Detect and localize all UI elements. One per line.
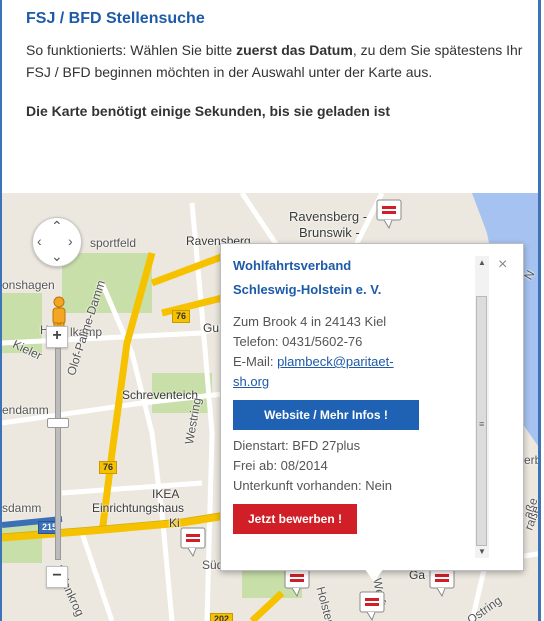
pan-right-icon[interactable]: › xyxy=(68,234,73,248)
dienstart: Dienstart: BFD 27plus xyxy=(233,438,361,453)
frei-ab: Frei ab: 08/2014 xyxy=(233,458,328,473)
map-label-erbe: erbe xyxy=(524,453,541,467)
map-label-ikea: IKEA xyxy=(152,487,180,501)
map-label-sdamm: sdamm xyxy=(2,501,42,515)
road-badge-76-north: 76 xyxy=(172,310,191,323)
pan-control[interactable]: ⌃ ⌄ ‹ › xyxy=(32,217,82,267)
zoom-control[interactable]: + − xyxy=(46,326,69,588)
map-label-endamm: endamm xyxy=(2,403,49,417)
info-window-content: Wohlfahrtsverband Schleswig-Holstein e. … xyxy=(233,254,478,534)
map-label-gu: Gu xyxy=(203,321,220,335)
map-label-schreventeich: Schreventeich xyxy=(122,388,199,402)
pan-left-icon[interactable]: ‹ xyxy=(37,234,42,248)
unterkunft: Unterkunft vorhanden: Nein xyxy=(233,478,392,493)
zoom-slider-track[interactable] xyxy=(55,348,61,560)
zoom-out-button[interactable]: − xyxy=(46,566,68,588)
address: Zum Brook 4 in 24143 Kiel xyxy=(233,314,387,329)
email-line2: sh.org xyxy=(233,372,478,392)
info-window-tail xyxy=(364,568,384,582)
scroll-up-icon[interactable]: ▲ xyxy=(478,258,486,267)
intro-section: FSJ / BFD Stellensuche So funktionierts:… xyxy=(26,10,526,119)
map-marker-icon[interactable] xyxy=(180,527,206,557)
zoom-slider-thumb[interactable] xyxy=(47,418,69,428)
info-window-scrollbar[interactable]: ▲ ≡ ▼ xyxy=(475,256,489,558)
road-badge-76-south: 76 xyxy=(99,461,118,474)
info-window: Wohlfahrtsverband Schleswig-Holstein e. … xyxy=(220,243,524,571)
road-badge-202: 202 xyxy=(210,613,234,621)
email-line: E-Mail: plambeck@paritaet- xyxy=(233,352,478,372)
content-frame: FSJ / BFD Stellensuche So funktionierts:… xyxy=(0,0,541,621)
apply-button[interactable]: Jetzt bewerben ! xyxy=(233,504,357,534)
map-label-ravensberg-district: Ravensberg - xyxy=(289,209,368,224)
map-marker-icon[interactable] xyxy=(429,567,455,597)
pan-up-icon[interactable]: ⌃ xyxy=(51,219,63,233)
map-marker-icon[interactable] xyxy=(376,199,402,229)
map-label-sportfeld: sportfeld xyxy=(90,236,137,250)
phone: Telefon: 0431/5602-76 xyxy=(233,334,363,349)
email-label: E-Mail: xyxy=(233,354,278,369)
loading-note: Die Karte benötigt einige Sekunden, bis … xyxy=(26,103,391,119)
map-marker-icon[interactable] xyxy=(284,567,310,597)
map-label-brunswik: Brunswik - xyxy=(299,225,360,240)
instructions-text: So funktionierts: Wählen Sie bitte zuers… xyxy=(26,39,526,83)
instructions-prefix: So funktionierts: Wählen Sie bitte xyxy=(26,42,237,58)
close-icon[interactable]: × xyxy=(498,256,507,274)
map-marker-icon[interactable] xyxy=(359,591,385,621)
map-label-einrichtungshaus: Einrichtungshaus xyxy=(92,501,185,515)
map-label-ki: Ki xyxy=(169,516,180,530)
map-label-onshagen: onshagen xyxy=(2,278,55,292)
email-link[interactable]: plambeck@paritaet- xyxy=(277,354,394,369)
page-title: FSJ / BFD Stellensuche xyxy=(26,10,205,27)
scrollbar-grip-icon: ≡ xyxy=(479,419,485,429)
scrollbar-thumb[interactable]: ≡ xyxy=(476,296,487,546)
website-button[interactable]: Website / Mehr Infos ! xyxy=(233,400,419,430)
organization-name-line1: Wohlfahrtsverband xyxy=(233,258,352,273)
instructions-bold: zuerst das Datum xyxy=(236,42,353,58)
zoom-in-button[interactable]: + xyxy=(46,326,68,348)
scroll-down-icon[interactable]: ▼ xyxy=(478,547,486,556)
organization-name-line2: Schleswig-Holstein e. V. xyxy=(233,282,382,297)
pan-down-icon[interactable]: ⌄ xyxy=(51,249,63,263)
email-link-continued[interactable]: sh.org xyxy=(233,374,269,389)
